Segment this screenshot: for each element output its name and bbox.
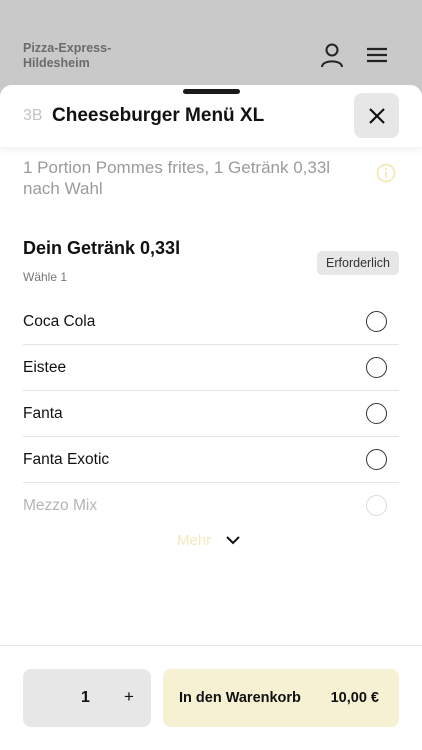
option-mezzo-mix[interactable]: Mezzo Mix <box>23 483 399 529</box>
option-label: Mezzo Mix <box>23 497 98 514</box>
quantity-stepper[interactable]: 1 + <box>23 669 151 727</box>
radio-button[interactable] <box>366 449 387 470</box>
item-title: Cheeseburger Menü XL <box>52 105 265 126</box>
option-fanta[interactable]: Fanta <box>23 391 399 437</box>
more-label: Mehr <box>177 532 212 549</box>
option-label: Eistee <box>23 359 67 376</box>
radio-button[interactable] <box>366 495 387 516</box>
option-coca-cola[interactable]: Coca Cola <box>23 299 399 345</box>
more-button[interactable]: Mehr <box>0 530 422 552</box>
radio-button[interactable] <box>366 357 387 378</box>
option-label: Coca Cola <box>23 313 96 330</box>
close-button[interactable] <box>354 93 399 138</box>
product-sheet: 3B Cheeseburger Menü XL 1 Portion Pommes… <box>0 85 422 750</box>
restaurant-name-line2: Hildesheim <box>23 56 90 70</box>
info-icon[interactable] <box>376 163 396 183</box>
item-number: 3B <box>23 107 43 124</box>
sheet-grabber[interactable] <box>183 89 240 94</box>
increment-button[interactable]: + <box>121 687 137 707</box>
add-to-cart-button[interactable]: In den Warenkorb 10,00 € <box>163 669 399 727</box>
section-subtitle: Wähle 1 <box>23 270 68 284</box>
drink-options: Coca Cola Eistee Fanta Fanta Exotic Mezz… <box>23 299 399 529</box>
sheet-header: 3B Cheeseburger Menü XL <box>0 85 422 147</box>
restaurant-name: Pizza-Express- Hildesheim <box>23 41 163 71</box>
chevron-down-icon <box>225 534 241 546</box>
restaurant-name-line1: Pizza-Express- <box>23 41 112 55</box>
user-icon[interactable] <box>319 42 345 68</box>
option-label: Fanta Exotic <box>23 451 110 468</box>
close-icon <box>368 107 385 124</box>
footer-bar: 1 + In den Warenkorb 10,00 € <box>0 645 422 750</box>
required-badge: Erforderlich <box>317 251 399 275</box>
radio-button[interactable] <box>366 311 387 332</box>
page: Pizza-Express- Hildesheim 3B Cheeseburge… <box>0 0 422 750</box>
option-fanta-exotic[interactable]: Fanta Exotic <box>23 437 399 483</box>
radio-button[interactable] <box>366 403 387 424</box>
option-label: Fanta <box>23 405 63 422</box>
item-description: 1 Portion Pommes frites, 1 Getränk 0,33l… <box>23 158 331 198</box>
add-to-cart-label: In den Warenkorb <box>179 690 301 706</box>
option-eistee[interactable]: Eistee <box>23 345 399 391</box>
section-title: Dein Getränk 0,33l <box>23 238 181 258</box>
quantity-value: 1 <box>81 689 90 706</box>
price: 10,00 € <box>330 690 379 706</box>
menu-icon[interactable] <box>364 42 390 68</box>
